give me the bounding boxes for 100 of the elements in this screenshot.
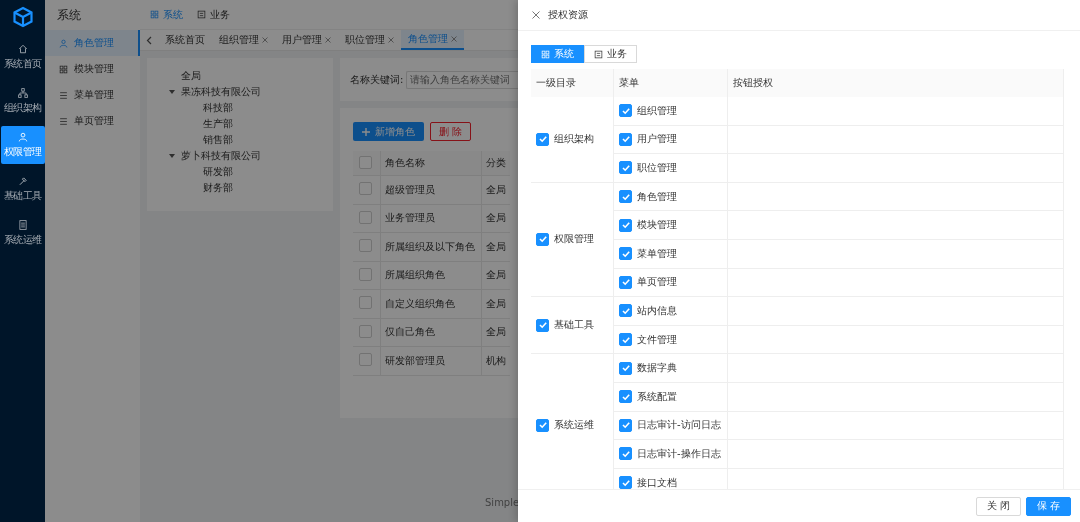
checkbox[interactable] [619, 390, 632, 404]
column-header: 角色名称 [380, 151, 482, 176]
add-role-button[interactable]: 新增角色 [353, 122, 424, 141]
checkbox[interactable] [619, 104, 632, 118]
sidebar-item[interactable]: 基础工具 [0, 170, 45, 208]
tree-node[interactable]: 全局 [181, 69, 201, 83]
menu-label: 接口文档 [637, 475, 677, 489]
close-icon[interactable] [532, 11, 540, 19]
checkbox[interactable] [359, 296, 372, 310]
group-label: 组织架构 [554, 132, 594, 147]
tree-node[interactable]: 财务部 [203, 181, 233, 195]
checkbox[interactable] [536, 232, 549, 246]
window-icon [594, 49, 603, 59]
checkbox[interactable] [619, 476, 632, 489]
sidebar-item[interactable]: 组织架构 [0, 82, 45, 120]
table-cell: 所属组织角色 [380, 261, 482, 290]
menu-label: 单页管理 [637, 275, 677, 290]
page-tab[interactable]: 系统首页 [158, 30, 212, 50]
table-cell: 超级管理员 [380, 175, 482, 204]
table-cell: 机构 [481, 346, 510, 375]
checkbox[interactable] [619, 190, 632, 204]
field-label: 名称关键词: [350, 72, 404, 87]
checkbox[interactable] [359, 239, 372, 253]
plus-icon [362, 127, 370, 136]
close-icon[interactable] [325, 37, 331, 43]
menu-label: 组织管理 [637, 103, 677, 118]
list-icon [59, 90, 68, 100]
table-cell: 全局 [481, 318, 510, 347]
checkbox[interactable] [619, 132, 632, 146]
column-header: 一级目录 [536, 77, 576, 88]
window-icon [197, 10, 206, 19]
tree-node[interactable]: 研发部 [203, 165, 233, 179]
user-icon [17, 131, 28, 142]
menu-item[interactable]: 菜单管理 [45, 82, 140, 108]
table-cell: 仅自己角色 [380, 318, 482, 347]
tree-node[interactable]: 生产部 [203, 117, 233, 131]
menu-item[interactable]: 模块管理 [45, 56, 140, 82]
table-cell: 业务管理员 [380, 204, 482, 233]
checkbox[interactable] [536, 418, 549, 432]
checkbox[interactable] [619, 161, 632, 175]
caret-icon[interactable] [169, 89, 175, 95]
chevron-left-icon[interactable] [146, 35, 152, 45]
cube-logo-icon [11, 6, 34, 28]
close-button[interactable]: 关 闭 [975, 496, 1021, 516]
caret-icon[interactable] [169, 153, 175, 159]
top-nav-item[interactable]: 业务 [197, 7, 230, 22]
checkbox[interactable] [359, 353, 372, 367]
menu-label: 日志审计-操作日志 [637, 446, 721, 461]
checkbox[interactable] [359, 155, 372, 169]
table-cell: 全局 [481, 204, 510, 233]
checkbox[interactable] [536, 132, 549, 146]
checkbox[interactable] [619, 247, 632, 261]
menu-label: 用户管理 [637, 132, 677, 147]
checkbox[interactable] [359, 324, 372, 338]
group-label: 系统运维 [554, 418, 594, 433]
sidebar-item[interactable]: 系统首页 [0, 38, 45, 76]
checkbox[interactable] [619, 218, 632, 232]
grid-icon [150, 10, 159, 19]
menu-label: 系统配置 [637, 389, 677, 404]
column-header: 菜单 [619, 77, 639, 88]
tree-node[interactable]: 萝卜科技有限公司 [181, 149, 261, 163]
group-label: 基础工具 [554, 318, 594, 333]
table-cell: 自定义组织角色 [380, 289, 482, 318]
close-icon[interactable] [451, 36, 457, 42]
tree-node[interactable]: 科技部 [203, 101, 233, 115]
search-field[interactable]: 请输入角色名称关键词 [406, 70, 518, 89]
menu-label: 站内信息 [637, 303, 677, 318]
checkbox[interactable] [359, 267, 372, 281]
checkbox[interactable] [619, 447, 632, 461]
checkbox[interactable] [359, 182, 372, 196]
menu-item[interactable]: 单页管理 [45, 108, 140, 134]
table-cell: 全局 [481, 232, 510, 261]
tree-node[interactable]: 果冻科技有限公司 [181, 85, 261, 99]
checkbox[interactable] [619, 418, 632, 432]
sidebar-item[interactable]: 权限管理 [0, 126, 45, 164]
save-button[interactable]: 保 存 [1025, 496, 1071, 516]
checkbox[interactable] [619, 304, 632, 318]
resource-tab[interactable]: 系统 [531, 45, 584, 63]
page-tab[interactable]: 组织管理 [212, 30, 275, 50]
close-icon[interactable] [388, 37, 394, 43]
sidebar-item[interactable]: 系统运维 [0, 214, 45, 252]
checkbox[interactable] [536, 318, 549, 332]
column-header: 按钮授权 [733, 77, 773, 88]
table-cell: 研发部管理员 [380, 346, 482, 375]
checkbox[interactable] [619, 361, 632, 375]
delete-button[interactable]: 删 除 [430, 122, 472, 141]
checkbox[interactable] [619, 275, 632, 289]
resource-tab[interactable]: 业务 [584, 45, 637, 63]
menu-label: 角色管理 [637, 189, 677, 204]
org-chart-icon [17, 87, 28, 98]
page-tab[interactable]: 用户管理 [275, 30, 338, 50]
tree-node[interactable]: 销售部 [203, 133, 233, 147]
close-icon[interactable] [262, 37, 268, 43]
checkbox[interactable] [619, 333, 632, 347]
page-tab[interactable]: 职位管理 [338, 30, 401, 50]
table-cell: 所属组织及以下角色 [380, 232, 482, 261]
drawer-title: 授权资源 [548, 8, 588, 22]
menu-label: 数据字典 [637, 361, 677, 376]
checkbox[interactable] [359, 210, 372, 224]
table-cell: 全局 [481, 175, 510, 204]
